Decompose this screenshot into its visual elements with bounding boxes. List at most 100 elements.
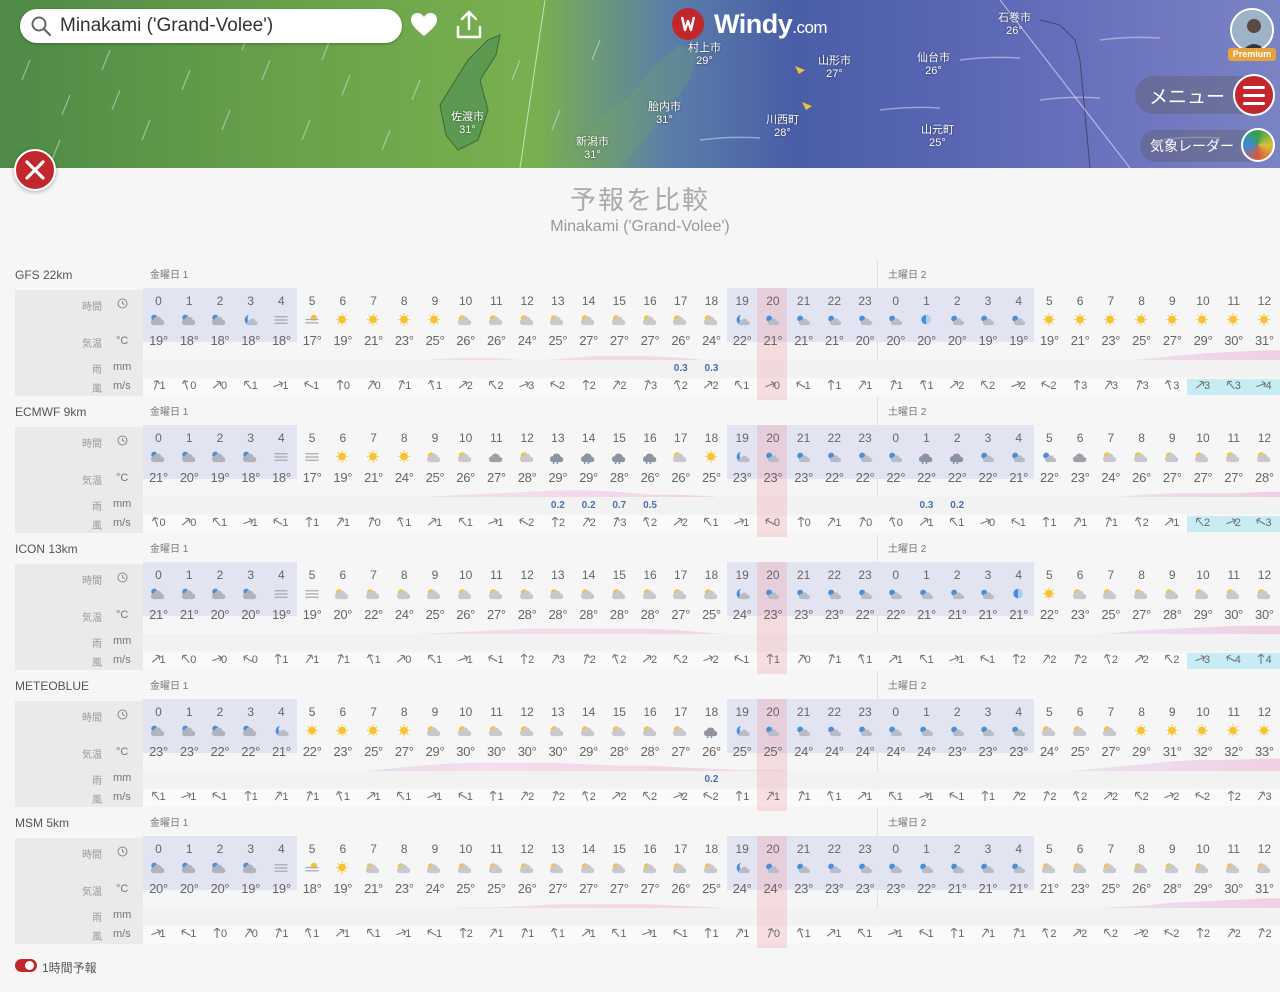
wind-arrow-icon [766, 654, 774, 664]
weather-icon [1133, 452, 1148, 463]
map-city-murakami[interactable]: 村上市 29° [688, 42, 721, 68]
rain-cell: 0.2 [950, 500, 965, 511]
hour-cell: 20 [766, 294, 780, 308]
wind-cell: 1 [911, 791, 942, 803]
map-city-ishinomaki[interactable]: 石巻市 26° [998, 12, 1031, 38]
wind-cell: 1 [481, 791, 512, 803]
weather-icon [673, 863, 687, 874]
temperature-cell: 25° [763, 744, 783, 759]
temperature-cell: 21° [763, 333, 783, 348]
temperature-cell: 23° [886, 881, 906, 896]
hour-cell: 1 [185, 705, 193, 719]
temperature-cell: 27° [671, 607, 691, 622]
hour-cell: 6 [339, 431, 347, 445]
windy-logo-icon [672, 8, 704, 40]
favorite-heart-icon[interactable] [410, 12, 438, 38]
wind-label: 風 [92, 521, 102, 532]
hour-cell: 14 [581, 568, 596, 582]
weather-icon [212, 314, 226, 326]
temperature-cell: 22° [947, 470, 967, 485]
temperature-cell: 20° [947, 333, 967, 348]
wind-cell: 2 [1187, 791, 1218, 803]
weather-icon [519, 589, 533, 600]
temperature-cell: 23° [394, 333, 414, 348]
wind-speed: 3 [1081, 380, 1088, 392]
wind-cell: 1 [358, 928, 389, 940]
wind-cell: 2 [1126, 791, 1157, 803]
model-block-4: MSM 5km 金曜日 1 土曜日 2 時間 気温 °C 雨 mm 風 m/s 0 20° 1 1 20° 1… [0, 808, 1280, 949]
wind-cell: 2 [512, 517, 543, 529]
weather-icon [1042, 313, 1055, 326]
weather-icon [366, 313, 380, 326]
wind-cell: 1 [419, 928, 450, 940]
map-city-yamamoto[interactable]: 山元町 25° [921, 124, 954, 150]
temperature-cell: 25° [732, 744, 752, 759]
weather-icon [336, 861, 349, 874]
wind-cell: 3 [1187, 380, 1218, 392]
day-label-saturday: 土曜日 2 [888, 544, 927, 555]
map-city-yamagata[interactable]: 山形市 27° [818, 55, 851, 81]
weather-icon [397, 313, 410, 326]
temperature-cell: 21° [364, 333, 383, 348]
temperature-cell: 22° [855, 470, 875, 485]
temperature-cell: 33° [1255, 744, 1274, 759]
map-city-sado[interactable]: 佐渡市 31° [451, 111, 484, 137]
map-city-tainai[interactable]: 胎内市 31° [648, 101, 681, 127]
clock-icon [117, 572, 128, 583]
wind-cell: 1 [450, 791, 481, 803]
wind-arrow-icon [490, 791, 497, 801]
hourly-forecast-toggle[interactable] [15, 959, 37, 972]
hour-cell: 10 [459, 294, 473, 308]
weather-map[interactable]: 村上市 29° 山形市 27° 仙台市 26° 石巻市 26° 佐渡市 31° 胎内市 31… [0, 0, 1280, 168]
wind-speed: 2 [958, 380, 965, 392]
search-bar[interactable]: Minakami ('Grand-Volee') [20, 9, 402, 43]
temperature-cell: 19° [271, 881, 291, 896]
weather-icon [519, 452, 533, 463]
temperature-cell: 28° [1255, 470, 1274, 485]
wind-cell: 1 [1157, 517, 1188, 529]
map-city-sendai[interactable]: 仙台市 26° [917, 52, 950, 78]
map-city-kawanishi[interactable]: 川西町 28° [766, 114, 799, 140]
weather-icon [797, 589, 811, 600]
wind-cell: 1 [542, 927, 573, 940]
hour-cell: 11 [490, 431, 503, 445]
hour-cell: 13 [551, 568, 565, 582]
wind-cell: 1 [266, 517, 297, 529]
hour-cell: 18 [704, 568, 719, 582]
wind-speed: 1 [313, 517, 320, 529]
hour-cell: 8 [400, 705, 408, 719]
wind-cell: 1 [727, 380, 758, 392]
temperature-cell: 24° [394, 607, 414, 622]
weather-radar-button[interactable]: 気象レーダー [1140, 128, 1275, 162]
wind-speed: 0 [220, 928, 227, 940]
wind-cell: 1 [942, 928, 973, 940]
search-input[interactable]: Minakami ('Grand-Volee') [60, 15, 273, 37]
model-name: ICON 13km [15, 542, 78, 556]
hour-cell: 7 [1107, 705, 1115, 719]
hour-cell: 19 [735, 294, 749, 308]
wind-cell: 3 [1249, 791, 1280, 803]
wind-cell: 1 [911, 928, 942, 940]
share-icon[interactable] [455, 10, 483, 40]
hour-cell: 9 [1168, 842, 1176, 856]
hour-cell: 22 [827, 431, 841, 445]
wind-cell: 3 [1065, 380, 1096, 392]
wind-cell: 4 [1249, 380, 1280, 392]
wind-cell: 0 [389, 654, 420, 666]
menu-button[interactable]: メニュー [1135, 74, 1275, 116]
user-avatar[interactable] [1230, 8, 1274, 52]
windy-logo[interactable]: Windy.com [672, 8, 828, 40]
wind-speed: 2 [620, 654, 627, 666]
temperature-cell: 20° [333, 607, 353, 622]
rain-label: 雨 [92, 502, 102, 513]
app-root: 村上市 29° 山形市 27° 仙台市 26° 石巻市 26° 佐渡市 31° 胎内市 31… [0, 0, 1280, 992]
wind-cell: 2 [1157, 928, 1188, 940]
weather-icon [365, 589, 380, 600]
hour-cell: 19 [735, 431, 749, 445]
temperature-cell: 21° [179, 607, 199, 622]
weather-icon [611, 863, 626, 874]
temperature-cell: 25° [702, 607, 721, 622]
map-city-niigata[interactable]: 新潟市 31° [576, 136, 609, 162]
temperature-cell: 21° [364, 881, 383, 896]
temperature-cell: 21° [917, 607, 936, 622]
